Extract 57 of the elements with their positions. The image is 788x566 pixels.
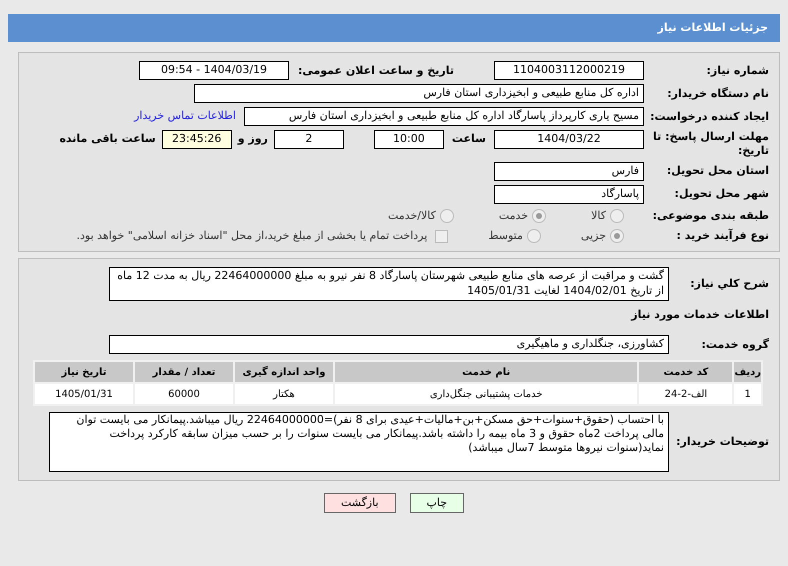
radio-button[interactable] (610, 229, 624, 244)
column-header: تعداد / مقدار (134, 361, 234, 383)
field-label: روز و (238, 132, 268, 146)
table-cell: 1 (733, 383, 762, 405)
radio-button[interactable] (532, 208, 546, 223)
field-label: شهر محل تحویل: (674, 187, 769, 201)
table-cell: هکتار (234, 383, 334, 405)
column-header: کد خدمت (638, 361, 734, 383)
column-header: نام خدمت (334, 361, 638, 383)
field-label: مهلت ارسال پاسخ: تا تاریخ: (652, 130, 769, 158)
field-label: نوع فرآیند خرید : (676, 229, 769, 244)
field-label: ساعت باقی مانده (59, 132, 156, 146)
radio-label: کالا/خدمت (388, 208, 436, 224)
table-cell: 1405/01/31 (34, 383, 134, 405)
text-field[interactable]: 1404/03/22 (494, 130, 644, 149)
text-field[interactable]: پاسارگاد (494, 184, 644, 204)
radio-button[interactable] (440, 208, 454, 223)
section-title: اطلاعات خدمات مورد نیاز (630, 306, 769, 323)
text-field[interactable]: 10:00 (374, 130, 444, 149)
text-field[interactable]: 1104003112000219 (494, 61, 644, 80)
column-header: واحد اندازه گیری (234, 361, 334, 383)
text-field[interactable]: فارس (494, 162, 644, 180)
checkbox-label: پرداخت تمام یا بخشی از مبلغ خرید،از محل "اسناد خزانه اسلامی" خواهد بود. (76, 228, 428, 244)
countdown-field[interactable]: 23:45:26 (162, 130, 232, 149)
radio-label: متوسط (488, 228, 523, 244)
print-button[interactable]: چاپ (410, 493, 464, 513)
field-label: گروه خدمت: (700, 338, 769, 352)
field-label: شرح کلي نياز: (689, 276, 769, 290)
column-header: تاریخ نیاز (34, 361, 134, 383)
field-label: تاریخ و ساعت اعلان عمومی: (296, 64, 454, 78)
table-cell: خدمات پشتیبانی جنگل‌داری (334, 383, 638, 405)
checkbox[interactable] (435, 230, 448, 243)
field-label: استان محل تحویل: (666, 164, 769, 178)
column-header: ردیف (733, 361, 762, 383)
radio-label: خدمت (498, 208, 528, 224)
field-label: شماره نیاز: (706, 64, 769, 78)
radio-label: کالا (591, 208, 606, 224)
radio-label: جزیی (580, 228, 606, 244)
radio-button[interactable] (610, 208, 624, 223)
field-label: نام دستگاه خریدار: (666, 86, 769, 100)
text-field[interactable]: مسیح یاری کارپرداز پاسارگاد اداره کل منابع طبیعی و ابخیزداری استان فارس (244, 107, 644, 126)
field-label: طبقه بندی موضوعی: (652, 208, 769, 223)
text-field[interactable]: 2 (274, 130, 344, 149)
table-cell: 60000 (134, 383, 234, 405)
text-field[interactable]: اداره کل منابع طبیعی و ابخیزداری استان فارس (194, 84, 644, 103)
table-cell: الف-2-24 (638, 383, 734, 405)
contact-link[interactable]: اطلاعات تماس خریدار (134, 108, 236, 125)
field-label: ساعت (452, 132, 486, 146)
field-label: توضیحات خریدار: (675, 435, 769, 449)
back-button[interactable]: بازگشت (324, 493, 396, 513)
description-box[interactable]: گشت و مراقبت از عرصه های منابع طبیعی شهرستان پاسارگاد 8 نفر نیرو به مبلغ 22464000000 ریال به مدت 12 ماه از تاریخ 1404/02/01 لغایت 1405/01/31 (109, 266, 669, 300)
radio-button[interactable] (526, 229, 541, 244)
field-label: ایجاد کننده درخواست: (649, 110, 769, 124)
text-field[interactable]: 1404/03/19 - 09:54 (139, 61, 289, 80)
notes-box[interactable]: با احتساب (حقوق+سنوات+حق مسکن+بن+مالیات+عیدی برای 8 نفر)=22464000000 ریال میباشد.پیمانکار می بایست توان مالی پرداخت 2ماه حقوق و 3 ماه بیمه را داشته باشد.پیمانکار می بایست سنوات را بر حسب میزان سابقه کارکرد پرداخت نماید(سنوات نیروها متوسط 7سال میباشد) (49, 412, 669, 472)
page-title: جزئیات اطلاعات نیاز (658, 20, 768, 36)
text-field[interactable]: کشاورزی، جنگلداری و ماهیگیری (109, 335, 669, 354)
